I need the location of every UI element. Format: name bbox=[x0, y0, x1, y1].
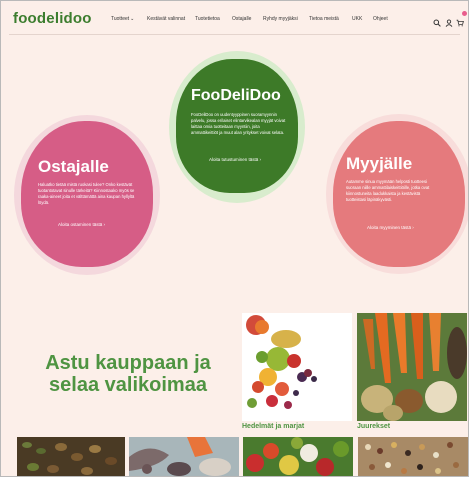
page: foodelidoo Tuotteet⌄ Kestävät valinnat T… bbox=[0, 0, 469, 477]
user-icon[interactable] bbox=[445, 14, 453, 27]
category-tile-fruits-image[interactable] bbox=[242, 313, 352, 421]
cart-icon[interactable] bbox=[456, 11, 467, 27]
header-divider bbox=[9, 34, 460, 35]
category-tile-roots-image[interactable] bbox=[357, 313, 467, 421]
nav-item-become-seller[interactable]: Ryhdy myyjäksi bbox=[263, 16, 298, 22]
category-tile-seafood-image[interactable] bbox=[129, 437, 239, 476]
chevron-down-icon: ⌄ bbox=[130, 16, 135, 22]
nav-item-help[interactable]: Ohjeet bbox=[373, 16, 388, 22]
start-buying-link[interactable]: Aloita ostaminen tästä › bbox=[58, 222, 105, 227]
logo[interactable]: foodelidoo bbox=[13, 10, 92, 27]
search-icon[interactable] bbox=[433, 14, 441, 27]
category-tile-legumes-image[interactable] bbox=[358, 437, 468, 476]
buyer-card: Ostajalle Haluatko tietää mistä ruokasi … bbox=[21, 121, 153, 267]
seller-title: Myyjälle bbox=[346, 154, 413, 173]
category-tile-coffee-image[interactable] bbox=[17, 437, 125, 476]
nav-item-product-info[interactable]: Tuotetietoa bbox=[195, 16, 220, 22]
shop-heading: Astu kauppaan ja selaa valikoimaa bbox=[45, 352, 211, 396]
about-card: FooDeliDoo FooDeliDoo on uudentyyppinen … bbox=[176, 59, 298, 193]
nav-item-faq[interactable]: UKK bbox=[352, 16, 362, 22]
seller-text: Autamme sinua myymään helposti tuotteesi… bbox=[346, 179, 430, 202]
category-label-roots[interactable]: Juurekset bbox=[357, 423, 390, 430]
seller-card: Myyjälle Autamme sinua myymään helposti … bbox=[333, 121, 465, 267]
buyer-text: Haluatko tietää mistä ruokasi tulee? Onk… bbox=[38, 182, 135, 205]
about-text: FooDeliDoo on uudentyyppinen suoramyynni… bbox=[191, 112, 286, 135]
category-tile-vegetables-image[interactable] bbox=[243, 437, 353, 476]
start-selling-link[interactable]: Aloita myyminen tästä › bbox=[367, 225, 414, 230]
cart-count-badge bbox=[462, 11, 467, 16]
nav-item-products[interactable]: Tuotteet⌄ bbox=[111, 16, 134, 22]
nav-item-about[interactable]: Tietoa meistä bbox=[309, 16, 339, 22]
buyer-title: Ostajalle bbox=[38, 157, 109, 176]
nav-item-buyer[interactable]: Ostajalle bbox=[232, 16, 251, 22]
nav-item-sustainable[interactable]: Kestävät valinnat bbox=[147, 16, 185, 22]
site-header: foodelidoo Tuotteet⌄ Kestävät valinnat T… bbox=[1, 1, 468, 35]
start-exploring-link[interactable]: Aloita tutustuminen tästä › bbox=[209, 157, 261, 162]
nav-label: Tuotteet bbox=[111, 16, 130, 22]
category-label-fruits[interactable]: Hedelmät ja marjat bbox=[242, 423, 304, 430]
about-title: FooDeliDoo bbox=[191, 87, 281, 104]
